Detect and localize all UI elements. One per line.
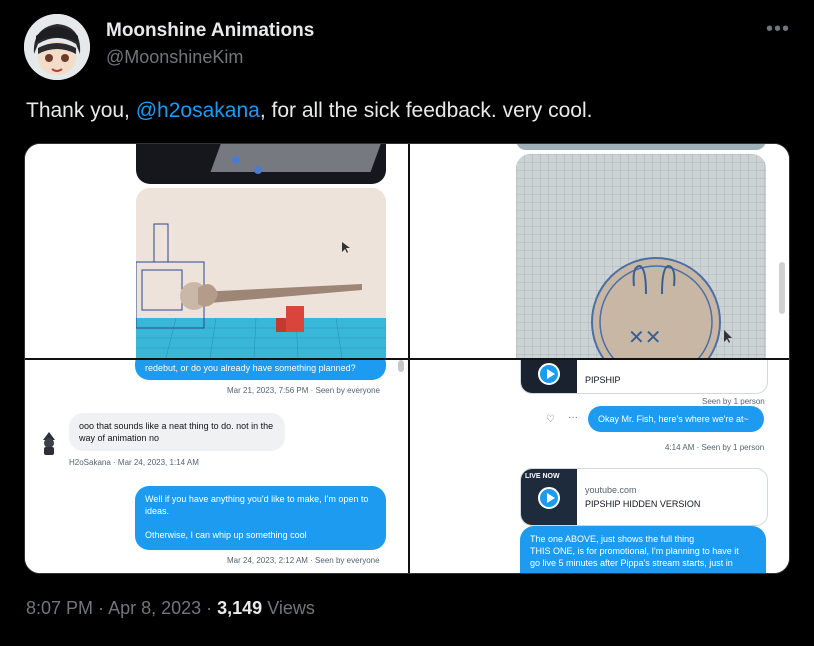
message-text: Okay Mr. Fish, here's where we're at~ <box>598 414 749 424</box>
mention-link[interactable]: @h2osakana <box>136 99 260 122</box>
render-image-top-2 <box>516 144 766 150</box>
message-text: Otherwise, I can whip up something cool <box>145 530 307 540</box>
dm-screenshot-1[interactable]: redebut, or do you already have somethin… <box>25 360 408 573</box>
message-meta: Seen by 1 person <box>702 397 765 406</box>
tweet-time[interactable]: 8:07 PM <box>26 598 93 618</box>
message-meta: Mar 24, 2023, 2:12 AM · Seen by everyone <box>227 556 380 565</box>
card-thumbnail: LIVE NOW <box>521 469 577 525</box>
play-icon <box>538 487 560 509</box>
link-card[interactable]: PIPSHIP <box>520 360 768 394</box>
message-meta: H2oSakana · Mar 24, 2023, 1:14 AM <box>69 458 199 467</box>
message-text: redebut, or do you already have somethin… <box>145 363 356 373</box>
author-handle[interactable]: @MoonshineKim <box>106 47 243 68</box>
separator: · <box>201 598 218 618</box>
message-bubble-in: ooo that sounds like a neat thing to do.… <box>69 413 285 451</box>
views-count: 3,149 <box>217 598 263 618</box>
media-grid[interactable]: ✕✕ redebut, or do you already have somet… <box>24 143 790 574</box>
card-thumbnail <box>521 360 577 393</box>
logo-render-image: ✕✕ <box>516 154 766 358</box>
tweet-meta: 8:07 PM · Apr 8, 2023 · 3,149 Views <box>26 598 315 619</box>
render-image-top <box>136 144 386 184</box>
card-title: PIPSHIP <box>585 375 621 385</box>
tweet-text: Thank you, @h2osakana, for all the sick … <box>26 99 592 123</box>
message-text: Well if you have anything you'd like to … <box>145 494 369 516</box>
card-title: PIPSHIP HIDDEN VERSION <box>585 499 701 509</box>
views-label: Views <box>262 598 315 618</box>
react-icon[interactable]: ♡ <box>546 414 555 425</box>
link-card[interactable]: LIVE NOW youtube.com PIPSHIP HIDDEN VERS… <box>520 468 768 526</box>
scrollbar[interactable] <box>398 360 404 372</box>
more-icon[interactable]: ··· <box>568 412 578 423</box>
scrollbar[interactable] <box>779 262 785 314</box>
author-avatar[interactable] <box>24 14 90 80</box>
message-bubble-out: redebut, or do you already have somethin… <box>135 360 386 380</box>
message-bubble-out: Okay Mr. Fish, here's where we're at~ <box>588 406 764 432</box>
message-text: go live 5 minutes after Pippa's stream s… <box>530 558 733 568</box>
tweet-text-after: , for all the sick feedback. very cool. <box>259 99 593 122</box>
message-bubble-out: The one ABOVE, just shows the full thing… <box>520 526 766 573</box>
message-text: ooo that sounds like a neat thing to do.… <box>79 421 274 443</box>
media-image-2[interactable]: ✕✕ <box>410 144 789 358</box>
more-horizontal-icon[interactable]: ••• <box>766 18 790 41</box>
media-image-1[interactable] <box>25 144 408 358</box>
message-meta: Mar 21, 2023, 7:56 PM · Seen by everyone <box>227 386 380 395</box>
card-domain: youtube.com <box>585 485 637 495</box>
dm-screenshot-2[interactable]: PIPSHIP Seen by 1 person ♡ ··· Okay Mr. … <box>410 360 789 573</box>
svg-text:✕✕: ✕✕ <box>628 325 662 349</box>
author-name[interactable]: Moonshine Animations <box>106 20 314 42</box>
message-bubble-out: Well if you have anything you'd like to … <box>135 486 386 550</box>
live-now-label: LIVE NOW <box>525 473 560 480</box>
play-icon <box>538 363 560 385</box>
message-text: THIS ONE, is for promotional, I'm planni… <box>530 546 739 556</box>
user-avatar-small <box>41 430 57 456</box>
message-meta: 4:14 AM · Seen by 1 person <box>665 443 765 452</box>
tweet-date[interactable]: Apr 8, 2023 <box>108 598 201 618</box>
grid-divider-horizontal <box>25 358 789 360</box>
tweet-text-before: Thank you, <box>26 99 136 122</box>
render-image-cannon <box>136 188 386 358</box>
separator: · <box>93 598 109 618</box>
message-text: The one ABOVE, just shows the full thing <box>530 534 695 544</box>
